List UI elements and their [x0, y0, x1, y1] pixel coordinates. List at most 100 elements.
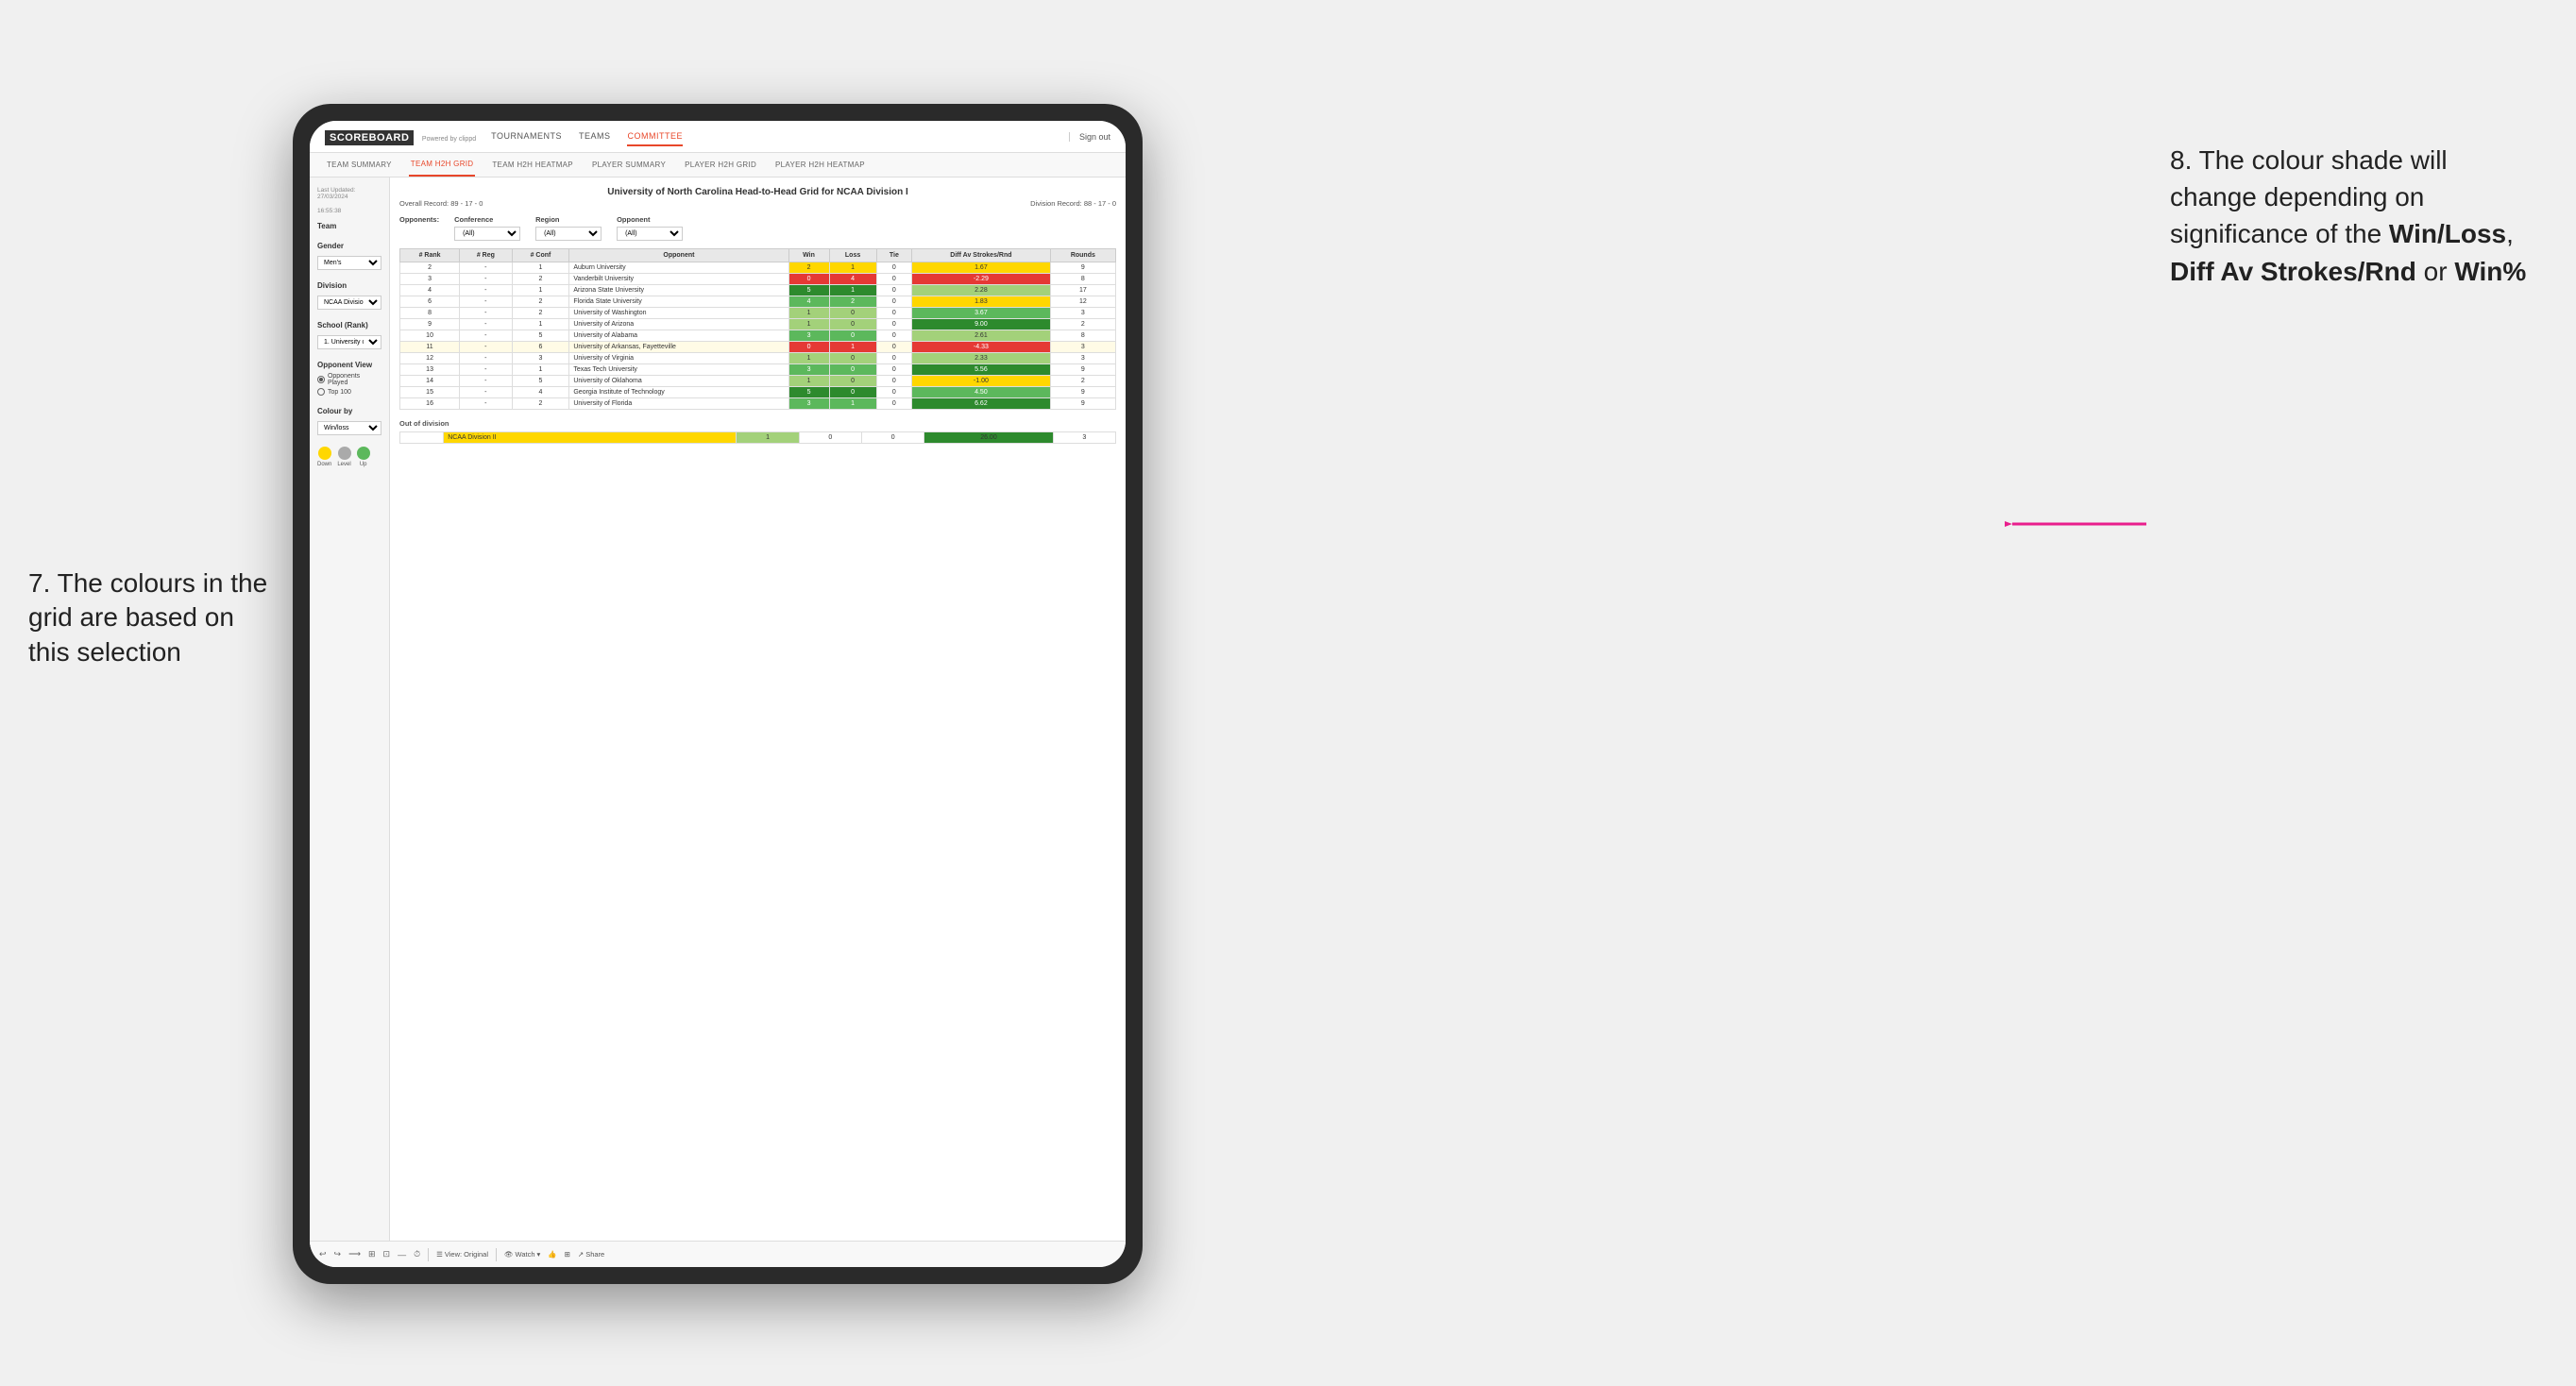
bottom-toolbar: ↩ ↪ ⟶ ⊞ ⊡ — ⏱ ☰ View: Original 👁 Wat	[390, 1241, 1126, 1267]
cell-conf: 3	[512, 353, 569, 364]
cell-rounds: 3	[1050, 342, 1115, 353]
cell-rounds: 17	[1050, 285, 1115, 296]
cell-tie: 0	[876, 398, 912, 410]
region-select[interactable]: (All)	[535, 227, 602, 241]
table-row: 4 - 1 Arizona State University 5 1 0 2.2…	[400, 285, 1116, 296]
out-of-division-row: NCAA Division II 1 0 0 26.00 3	[400, 432, 1116, 444]
cell-reg: -	[460, 353, 512, 364]
table-row: 13 - 1 Texas Tech University 3 0 0 5.56 …	[400, 364, 1116, 376]
sign-out-button[interactable]: Sign out	[1069, 132, 1110, 142]
division-select[interactable]: NCAA Division I	[317, 296, 381, 310]
radio-opponents-played[interactable]: Opponents Played	[317, 373, 381, 386]
cell-rank: 8	[400, 308, 460, 319]
cell-win: 1	[788, 308, 829, 319]
tab-team-summary[interactable]: TEAM SUMMARY	[325, 153, 394, 177]
colour-by-label: Colour by	[317, 407, 381, 415]
cell-diff: 2.61	[912, 330, 1051, 342]
left-panel: Last Updated: 27/03/2024 16:55:38 Team G…	[310, 177, 390, 1267]
filter-section: Opponents: Conference (All) Region (All)	[399, 215, 1116, 241]
cell-loss: 0	[829, 387, 876, 398]
cell-tie: 0	[876, 353, 912, 364]
cell-reg: -	[460, 376, 512, 387]
cell-rounds: 2	[1050, 319, 1115, 330]
cell-loss: 1	[829, 398, 876, 410]
legend-down: Down	[317, 447, 331, 467]
cell-conf: 2	[512, 274, 569, 285]
opponents-label: Opponents:	[399, 215, 439, 224]
tab-team-h2h-grid[interactable]: TEAM H2H GRID	[409, 153, 476, 177]
radio-top-100[interactable]: Top 100	[317, 388, 381, 396]
colour-by-select[interactable]: Win/loss	[317, 421, 381, 435]
col-rank: # Rank	[400, 249, 460, 262]
conference-select[interactable]: (All)	[454, 227, 520, 241]
cell-win: 4	[788, 296, 829, 308]
view-original-button[interactable]: ☰ View: Original	[436, 1250, 488, 1259]
nav-tournaments[interactable]: TOURNAMENTS	[491, 127, 562, 146]
opponent-filter-group: Opponent (All)	[617, 215, 683, 241]
grid-icon[interactable]: ⊞	[565, 1250, 570, 1259]
gender-select[interactable]: Men's	[317, 256, 381, 270]
cell-tie: 0	[876, 364, 912, 376]
cell-loss: 0	[829, 353, 876, 364]
cell-diff: -4.33	[912, 342, 1051, 353]
cell-win: 0	[788, 342, 829, 353]
cell-loss: 1	[829, 285, 876, 296]
cell-loss: 1	[829, 262, 876, 274]
team-section: Team	[317, 222, 381, 230]
table-row: 12 - 3 University of Virginia 1 0 0 2.33…	[400, 353, 1116, 364]
clock-icon[interactable]: ⏱	[414, 1249, 420, 1259]
cell-rank: 2	[400, 262, 460, 274]
cell-rank: 9	[400, 319, 460, 330]
overall-record: Overall Record: 89 - 17 - 0	[399, 199, 483, 208]
out-of-division: Out of division NCAA Division II 1 0 0 2…	[399, 419, 1116, 444]
gender-label: Gender	[317, 242, 381, 250]
cell-conf: 2	[512, 308, 569, 319]
col-diff: Diff Av Strokes/Rnd	[912, 249, 1051, 262]
data-table: # Rank # Reg # Conf Opponent Win Loss Ti…	[399, 248, 1116, 410]
col-reg: # Reg	[460, 249, 512, 262]
tab-player-h2h-grid[interactable]: PLAYER H2H GRID	[683, 153, 758, 177]
cell-diff: 2.28	[912, 285, 1051, 296]
cell-win: 1	[788, 319, 829, 330]
table-row: 14 - 5 University of Oklahoma 1 0 0 -1.0…	[400, 376, 1116, 387]
tab-player-summary[interactable]: PLAYER SUMMARY	[590, 153, 668, 177]
cell-opponent: University of Florida	[569, 398, 788, 410]
cell-loss: 0	[829, 319, 876, 330]
school-select[interactable]: 1. University of Nort...	[317, 335, 381, 349]
watch-button[interactable]: 👁 Watch ▾	[504, 1250, 540, 1259]
school-section: School (Rank) 1. University of Nort...	[317, 321, 381, 349]
cell-reg: -	[460, 296, 512, 308]
nav-teams[interactable]: TEAMS	[579, 127, 611, 146]
cell-conf: 1	[512, 364, 569, 376]
thumbs-icon[interactable]: 👍	[548, 1250, 556, 1259]
cell-win: 1	[788, 353, 829, 364]
toolbar-divider-2	[496, 1248, 497, 1261]
cell-rank: 10	[400, 330, 460, 342]
cell-tie: 0	[876, 330, 912, 342]
out-div-rounds: 3	[1053, 432, 1115, 444]
cell-opponent: University of Oklahoma	[569, 376, 788, 387]
cell-rank: 6	[400, 296, 460, 308]
cell-rank: 11	[400, 342, 460, 353]
col-tie: Tie	[876, 249, 912, 262]
cell-rounds: 2	[1050, 376, 1115, 387]
table-row: 15 - 4 Georgia Institute of Technology 5…	[400, 387, 1116, 398]
opponent-select[interactable]: (All)	[617, 227, 683, 241]
cell-reg: -	[460, 308, 512, 319]
nav-committee[interactable]: COMMITTEE	[627, 127, 683, 146]
tab-team-h2h-heatmap[interactable]: TEAM H2H HEATMAP	[490, 153, 575, 177]
cell-rank: 4	[400, 285, 460, 296]
tab-player-h2h-heatmap[interactable]: PLAYER H2H HEATMAP	[773, 153, 867, 177]
annotation-left: 7. The colours in the grid are based on …	[28, 566, 274, 669]
col-conf: # Conf	[512, 249, 569, 262]
col-loss: Loss	[829, 249, 876, 262]
out-div-win: 1	[737, 432, 799, 444]
cell-conf: 1	[512, 319, 569, 330]
share-button[interactable]: ↗ Share	[578, 1250, 604, 1259]
region-filter-label: Region	[535, 215, 602, 224]
division-section: Division NCAA Division I	[317, 281, 381, 310]
nav-bar: SCOREBOARD Powered by clippd TOURNAMENTS…	[310, 121, 1126, 153]
timestamp: Last Updated: 27/03/2024	[317, 187, 381, 200]
cell-diff: 2.33	[912, 353, 1051, 364]
cell-tie: 0	[876, 319, 912, 330]
